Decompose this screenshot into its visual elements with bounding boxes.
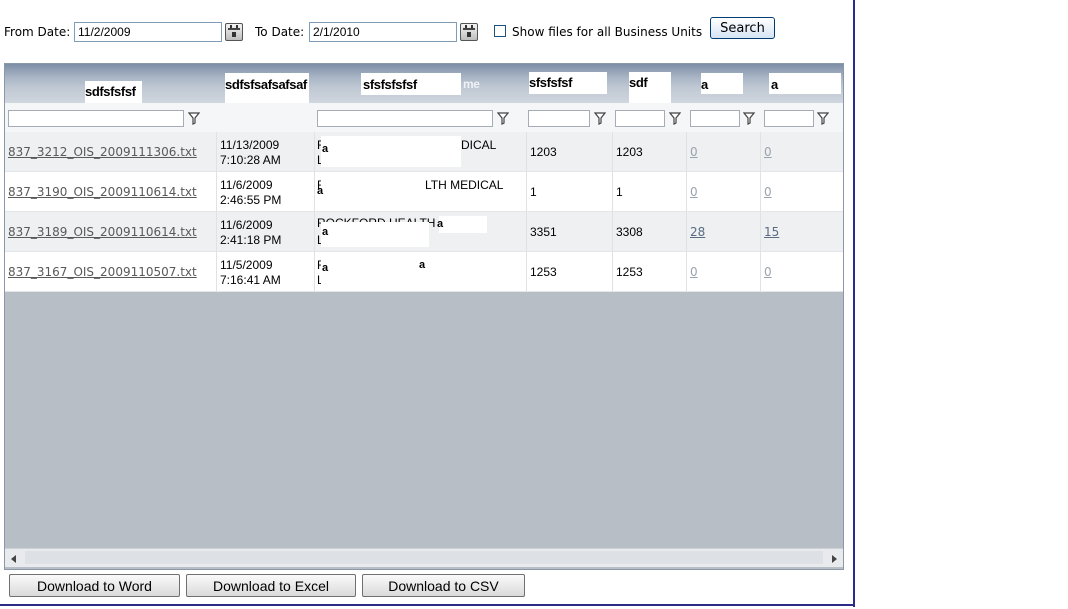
page-frame-right: [853, 0, 855, 607]
provider-stub-2: a: [419, 259, 426, 271]
received-count: 3351: [530, 225, 557, 239]
upload-date: 11/13/2009: [220, 138, 280, 152]
header-provider-partial: me: [463, 77, 480, 91]
upload-time: 7:10:28 AM: [220, 153, 281, 167]
header-col7-text: a: [771, 77, 778, 92]
file-name-link[interactable]: 837_3167_OIS_2009110507.txt: [8, 265, 197, 279]
file-name-link[interactable]: 837_3190_OIS_2009110614.txt: [8, 185, 197, 199]
processed-count: 3308: [616, 225, 643, 239]
upload-date: 11/5/2009: [220, 258, 273, 272]
filter-input-received[interactable]: [528, 110, 590, 127]
header-file-text: sdfsfsfsf: [85, 84, 136, 99]
provider-name-tail: LTH MEDICAL: [425, 178, 504, 192]
filter-funnel-icon[interactable]: [669, 112, 681, 125]
col7-count-link[interactable]: 0: [764, 145, 772, 159]
from-date-label: From Date:: [4, 25, 71, 39]
table-row: 837_3167_OIS_2009110507.txt 11/5/2009 7:…: [5, 252, 843, 292]
col7-count-link[interactable]: 15: [764, 225, 779, 239]
column-header-processed[interactable]: sdf: [613, 64, 687, 112]
header-col6-text: a: [701, 77, 708, 92]
header-date-text: sdfsfsafsafsaf: [225, 77, 307, 92]
filter-input-file[interactable]: [8, 110, 184, 127]
from-date-calendar-icon[interactable]: [225, 23, 243, 41]
filter-funnel-icon[interactable]: [817, 112, 829, 125]
column-header-col7[interactable]: a: [761, 64, 843, 103]
to-date-calendar-icon[interactable]: [460, 23, 478, 41]
provider-stub: a: [317, 185, 324, 197]
col6-count-link[interactable]: 0: [690, 145, 698, 159]
from-date-input[interactable]: [74, 22, 222, 42]
header-processed-text: sdf: [629, 75, 648, 90]
column-header-col6[interactable]: a: [687, 64, 761, 103]
download-csv-button[interactable]: Download to CSV: [362, 574, 525, 597]
column-header-received[interactable]: sfsfsfsf: [527, 64, 613, 103]
provider-stub: a: [437, 218, 444, 230]
provider-stub: a: [322, 143, 329, 155]
upload-date: 11/6/2009: [220, 218, 273, 232]
filter-input-processed[interactable]: [615, 110, 665, 127]
to-date-input[interactable]: [309, 22, 457, 42]
scroll-right-arrow-icon[interactable]: [832, 555, 837, 563]
table-row: 837_3212_OIS_2009111306.txt 11/13/2009 7…: [5, 132, 843, 172]
horizontal-scrollbar[interactable]: [5, 548, 843, 567]
files-grid: sdfsfsfsf sdfsfsafsafsaf sfsfsfsfsf me s…: [4, 63, 844, 570]
show-all-business-units-checkbox[interactable]: [494, 25, 506, 37]
to-date-label: To Date:: [255, 25, 305, 39]
filter-funnel-icon[interactable]: [743, 112, 755, 125]
file-name-link[interactable]: 837_3212_OIS_2009111306.txt: [8, 145, 197, 159]
grid-body: 837_3212_OIS_2009111306.txt 11/13/2009 7…: [5, 132, 843, 292]
col7-count-link[interactable]: 0: [764, 265, 772, 279]
processed-count: 1203: [616, 145, 643, 159]
upload-time: 2:46:55 PM: [220, 193, 282, 207]
scrollbar-track[interactable]: [25, 551, 823, 564]
download-excel-button[interactable]: Download to Excel: [186, 574, 356, 597]
file-name-link[interactable]: 837_3189_OIS_2009110614.txt: [8, 225, 197, 239]
upload-time: 2:41:18 PM: [220, 233, 282, 247]
search-button[interactable]: Search: [710, 17, 775, 39]
page-frame-bottom: [0, 604, 855, 606]
received-count: 1253: [530, 265, 557, 279]
provider-stub-2: a: [322, 226, 329, 238]
grid-header-row: sdfsfsfsf sdfsfsafsafsaf sfsfsfsfsf me s…: [5, 64, 843, 113]
received-count: 1: [530, 185, 537, 199]
table-row: 837_3189_OIS_2009110614.txt 11/6/2009 2:…: [5, 212, 843, 252]
download-word-button[interactable]: Download to Word: [9, 574, 180, 597]
filter-toolbar: From Date: To Date: Show files for all B…: [0, 0, 853, 60]
filter-input-provider[interactable]: [317, 110, 493, 127]
received-count: 1203: [530, 145, 557, 159]
header-provider-text: sfsfsfsfsf: [363, 77, 417, 92]
header-received-text: sfsfsfsf: [529, 75, 573, 90]
processed-count: 1: [616, 185, 623, 199]
col6-count-link[interactable]: 28: [690, 225, 705, 239]
filter-funnel-icon[interactable]: [497, 112, 509, 125]
table-row: 837_3190_OIS_2009110614.txt 11/6/2009 2:…: [5, 172, 843, 212]
filter-funnel-icon[interactable]: [594, 112, 606, 125]
upload-time: 7:16:41 AM: [220, 273, 281, 287]
filter-input-col6[interactable]: [690, 110, 740, 127]
grid-filter-row: [5, 103, 843, 133]
column-header-file[interactable]: sdfsfsfsf: [5, 64, 217, 108]
upload-date: 11/6/2009: [220, 178, 273, 192]
column-header-provider[interactable]: sfsfsfsfsf me: [315, 64, 527, 103]
col6-count-link[interactable]: 0: [690, 265, 698, 279]
filter-funnel-icon[interactable]: [188, 112, 200, 125]
column-header-date[interactable]: sdfsfsafsafsaf: [217, 64, 315, 113]
col6-count-link[interactable]: 0: [690, 185, 698, 199]
col7-count-link[interactable]: 0: [764, 185, 772, 199]
provider-stub: a: [322, 262, 329, 274]
processed-count: 1253: [616, 265, 643, 279]
filter-input-col7[interactable]: [764, 110, 814, 127]
provider-name-tail: DICAL: [461, 138, 497, 152]
scroll-left-arrow-icon[interactable]: [11, 555, 16, 563]
show-all-business-units-label: Show files for all Business Units: [512, 25, 703, 39]
